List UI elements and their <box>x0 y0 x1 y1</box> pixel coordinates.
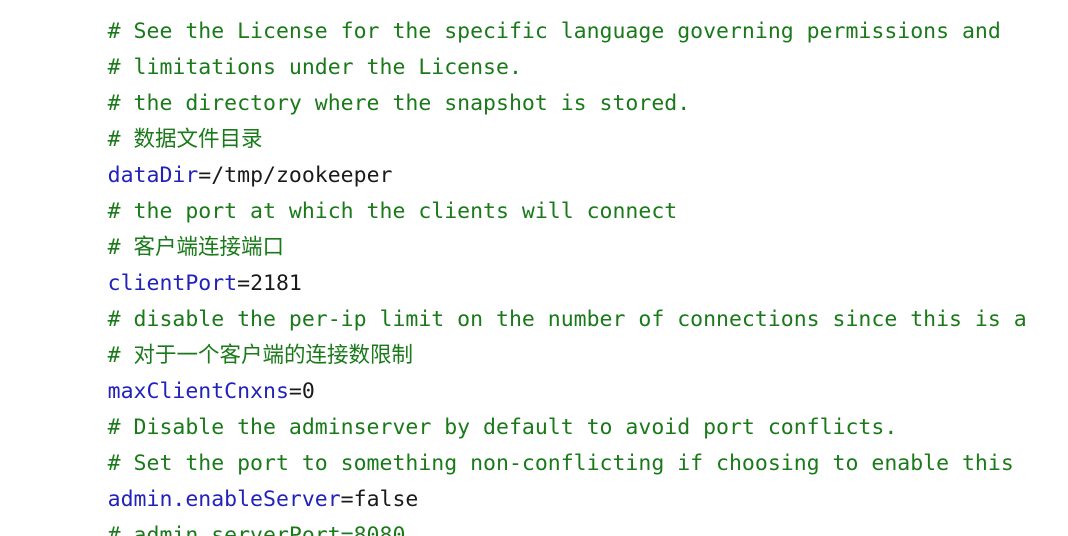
comment-token: # the port at which the clients will con… <box>107 199 678 224</box>
comment-token: # Set the port to something non-conflict… <box>107 451 1014 476</box>
property-separator: = <box>198 163 212 188</box>
code-viewer[interactable]: # See the License for the specific langu… <box>0 0 1068 536</box>
property-value: /tmp/zookeeper <box>211 163 393 188</box>
comment-token: # 客户端连接端口 <box>107 235 285 260</box>
comment-token: # 数据文件目录 <box>107 127 263 152</box>
comment-token: # Disable the adminserver by default to … <box>107 415 898 440</box>
comment-token: # admin.serverPort=8080 <box>107 523 406 536</box>
property-value: 0 <box>301 379 315 404</box>
property-separator: = <box>288 379 302 404</box>
property-value: 2181 <box>250 271 302 296</box>
property-key: maxClientCnxns <box>107 379 289 404</box>
comment-token: # disable the per-ip limit on the number… <box>107 307 1027 332</box>
comment-token: # limitations under the License. <box>107 55 522 80</box>
property-key: dataDir <box>107 163 199 188</box>
comment-token: # See the License for the specific langu… <box>107 19 1001 44</box>
property-separator: = <box>340 487 354 512</box>
property-key: admin.enableServer <box>107 487 341 512</box>
comment-token: # the directory where the snapshot is st… <box>107 91 691 116</box>
comment-token: # 对于一个客户端的连接数限制 <box>107 343 414 368</box>
property-separator: = <box>237 271 251 296</box>
code-line-list: # See the License for the specific langu… <box>0 0 1068 536</box>
property-key: clientPort <box>107 271 238 296</box>
property-value: false <box>353 487 419 512</box>
code-line[interactable]: # See the License for the specific langu… <box>30 0 1068 44</box>
